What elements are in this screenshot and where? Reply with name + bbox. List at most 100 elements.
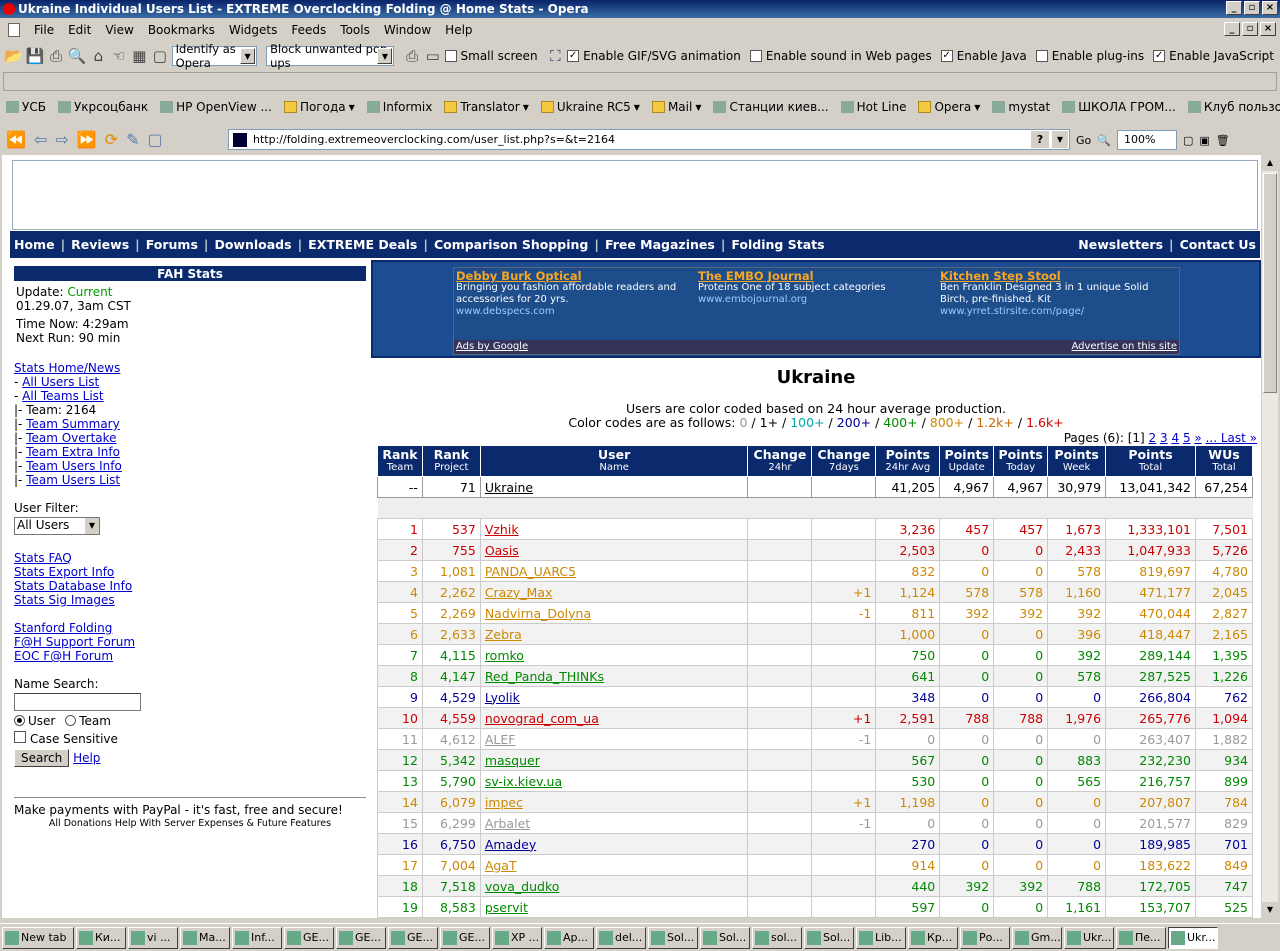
menu-help[interactable]: Help (445, 23, 472, 37)
new-page-icon[interactable]: ▢ (147, 130, 162, 149)
scrollbar-thumb[interactable] (1263, 173, 1277, 393)
user-name-link[interactable]: Zebra (485, 627, 522, 642)
paypal-text[interactable]: Make payments with PayPal - it's fast, f… (14, 803, 366, 817)
table-cell[interactable]: masquer (479, 749, 749, 771)
bookmark-item[interactable]: Translator ▼ (444, 100, 529, 114)
bookmark-item[interactable]: УСБ (6, 100, 46, 114)
taskbar-button[interactable]: Inf... (232, 926, 282, 949)
menu-feeds[interactable]: Feeds (291, 23, 326, 37)
hand-icon[interactable]: ☜ (110, 45, 128, 67)
nav-downloads[interactable]: Downloads (214, 237, 291, 252)
user-name-link[interactable]: AgaT (485, 858, 517, 873)
stanford-folding-link[interactable]: Stanford Folding (14, 621, 112, 635)
vertical-scrollbar[interactable]: ▲ ▼ (1262, 155, 1278, 918)
case-sensitive-checkbox[interactable] (14, 731, 26, 743)
bookmark-item[interactable]: Informix (366, 100, 432, 114)
ad-item[interactable]: The EMBO Journal Proteins One of 18 subj… (698, 270, 936, 306)
ad-url[interactable]: www.debspecs.com (456, 306, 694, 318)
last-page-link[interactable]: ... Last » (1206, 431, 1257, 445)
javascript-checkbox[interactable]: ✓ (1153, 50, 1166, 62)
column-header[interactable]: User Name (479, 445, 749, 477)
ads-by-google-link[interactable]: Ads by Google (456, 341, 528, 352)
taskbar-button[interactable]: GE... (284, 926, 334, 949)
taskbar-button[interactable]: Sol... (648, 926, 698, 949)
user-name-link[interactable]: pservit (485, 900, 528, 915)
ad-title[interactable]: Debby Burk Optical (456, 270, 694, 282)
team-users-info-link[interactable]: Team Users Info (26, 459, 122, 473)
team-summary-link[interactable]: Team Summary (26, 417, 120, 431)
table-cell[interactable]: Red_Panda_THINKs (479, 665, 749, 687)
table-cell[interactable]: sv-ix.kiev.ua (479, 770, 749, 792)
page-link[interactable]: 5 (1183, 431, 1191, 445)
user-name-link[interactable]: PANDA_UARC5 (485, 564, 576, 579)
user-name-link[interactable]: impec (485, 795, 523, 810)
bookmark-item[interactable]: Укрсоцбанк (57, 100, 148, 114)
user-name-link[interactable]: novograd_com_ua (485, 711, 599, 726)
save-icon[interactable]: 💾 (26, 45, 45, 67)
taskbar-button[interactable]: sol... (752, 926, 802, 949)
restore-button[interactable]: ▫ (1244, 1, 1260, 15)
menu-edit[interactable]: Edit (68, 23, 91, 37)
tab-minimize-button[interactable]: _ (1224, 22, 1240, 36)
nav-forums[interactable]: Forums (146, 237, 198, 252)
column-header[interactable]: Points 24hr Avg (875, 445, 941, 477)
bookmark-item[interactable]: Клуб пользов... (1187, 100, 1280, 114)
user-name-link[interactable]: Crazy_Max (485, 585, 553, 600)
stats-sig-images-link[interactable]: Stats Sig Images (14, 593, 115, 607)
java-checkbox[interactable]: ✓ (940, 50, 953, 62)
column-header[interactable]: Points Total (1105, 445, 1196, 477)
ad-url[interactable]: www.yrret.stirsite.com/page/ (940, 306, 1178, 318)
taskbar-button[interactable]: GE... (388, 926, 438, 949)
open-folder-icon[interactable]: 📂 (4, 45, 23, 67)
identify-as-select[interactable]: Identify as Opera ▼ (171, 42, 258, 70)
table-cell[interactable]: Nadvirna_Dolyna (479, 602, 749, 624)
scroll-down-icon[interactable]: ▼ (1262, 902, 1278, 918)
nav-free-magazines[interactable]: Free Magazines (605, 237, 715, 252)
nav-home[interactable]: Home (14, 237, 55, 252)
sound-checkbox[interactable] (749, 50, 762, 62)
ad-item[interactable]: Debby Burk Optical Bringing you fashion … (456, 270, 694, 318)
page-setup-icon[interactable]: ▭ (424, 45, 442, 67)
menu-file[interactable]: File (34, 23, 54, 37)
taskbar-button[interactable]: XP ... (492, 926, 542, 949)
table-cell[interactable]: Arbalet (479, 812, 749, 834)
tab-close-button[interactable]: × (1260, 22, 1276, 36)
table-cell[interactable]: impec (479, 791, 749, 813)
bookmark-item[interactable]: Станции киев... (713, 100, 829, 114)
address-bar[interactable]: http://folding.extremeoverclocking.com/u… (228, 129, 1070, 150)
table-cell[interactable]: romko (479, 644, 749, 666)
stats-home-link[interactable]: Stats Home/News (14, 361, 120, 375)
close-button[interactable]: × (1262, 1, 1278, 15)
menu-view[interactable]: View (105, 23, 133, 37)
javascript-toggle[interactable]: ✓ Enable JavaScript (1153, 49, 1274, 63)
back-icon[interactable]: ⇦ (34, 130, 47, 149)
fit-screen-icon[interactable]: ⛶ (547, 45, 565, 67)
reload-icon[interactable]: ⟳ (105, 130, 118, 149)
taskbar-button[interactable]: Ма... (180, 926, 230, 949)
menu-window[interactable]: Window (384, 23, 431, 37)
forward-icon[interactable]: ⇨ (55, 130, 68, 149)
nav-reviews[interactable]: Reviews (71, 237, 129, 252)
address-url[interactable]: http://folding.extremeoverclocking.com/u… (253, 133, 615, 146)
ad-item[interactable]: Kitchen Step Stool Ben Franklin Designed… (940, 270, 1178, 318)
team-radio[interactable] (65, 715, 77, 726)
table-cell[interactable]: Crazy_Max (479, 581, 749, 603)
taskbar-button[interactable]: Lib... (856, 926, 906, 949)
taskbar-button[interactable]: Ро... (960, 926, 1010, 949)
bookmark-item[interactable]: mystat (992, 100, 1050, 114)
page-icon[interactable]: ▢ (151, 45, 169, 67)
nav-contact-us[interactable]: Contact Us (1180, 237, 1256, 252)
column-header[interactable]: WUs Total (1194, 445, 1254, 477)
ad-url[interactable]: www.embojournal.org (698, 294, 936, 306)
nav-newsletters[interactable]: Newsletters (1078, 237, 1163, 252)
page-link[interactable]: 2 (1149, 431, 1157, 445)
popup-select[interactable]: Block unwanted pop-ups ▼ (266, 42, 395, 70)
taskbar-button[interactable]: Sol... (700, 926, 750, 949)
table-cell[interactable]: ALEF (479, 728, 749, 750)
user-name-link[interactable]: masquer (485, 753, 540, 768)
gif-animation-toggle[interactable]: ✓ Enable GIF/SVG animation (567, 49, 741, 63)
all-teams-link[interactable]: All Teams List (22, 389, 103, 403)
column-header[interactable]: Rank Project (421, 445, 481, 477)
user-name-link[interactable]: Vzhik (485, 522, 519, 537)
name-search-input[interactable] (14, 693, 141, 711)
